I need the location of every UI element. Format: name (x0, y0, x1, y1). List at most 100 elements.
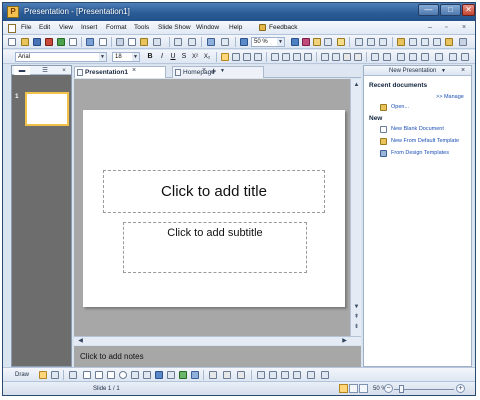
minimize-button[interactable]: — (418, 4, 439, 16)
bullet-styles-icon[interactable] (397, 38, 405, 46)
strikethrough-button[interactable]: S (180, 53, 188, 61)
line-icon[interactable] (83, 371, 91, 379)
tab-close-button[interactable]: × (202, 67, 206, 75)
horizontal-scrollbar[interactable]: ◀ ▶ (74, 336, 361, 345)
group-icon[interactable] (51, 371, 59, 379)
align-center-icon[interactable] (232, 53, 240, 61)
document-restore-button[interactable]: ▫ (445, 24, 447, 32)
scroll-up-icon[interactable]: ▲ (352, 81, 361, 89)
find-icon[interactable] (291, 38, 299, 46)
select-pointer-icon[interactable] (39, 371, 47, 379)
shadow-icon[interactable] (435, 53, 443, 61)
from-design-templates-link[interactable]: From Design Templates (391, 150, 449, 156)
new-tab-button[interactable]: + (211, 67, 216, 76)
export-pdf-icon[interactable] (45, 38, 53, 46)
font-color-icon[interactable] (237, 371, 245, 379)
picture-icon[interactable] (191, 371, 199, 379)
underline-button[interactable]: U (169, 53, 177, 61)
maximize-button[interactable]: □ (440, 4, 461, 16)
font-name-combo[interactable]: Arial ▼ (15, 52, 107, 62)
presentation-app-icon[interactable]: P (7, 6, 19, 18)
document-close-button[interactable]: × (462, 24, 466, 32)
toolbar-options-icon[interactable] (459, 38, 467, 46)
slide-canvas[interactable]: Click to add title Click to add subtitle (83, 110, 345, 307)
slides-view-icon[interactable]: ▬ (14, 66, 30, 75)
slide-show-icon[interactable] (445, 38, 453, 46)
wordart-icon[interactable] (155, 371, 163, 379)
fill-color-icon[interactable] (209, 371, 217, 379)
chevron-down-icon[interactable]: ▼ (99, 53, 106, 61)
title-placeholder[interactable]: Click to add title (103, 170, 325, 213)
menu-help[interactable]: Help (229, 24, 242, 32)
slide-show-view-icon[interactable] (359, 384, 368, 393)
notes-placeholder[interactable]: Click to add notes (80, 352, 144, 362)
format-painter-icon[interactable] (153, 38, 161, 46)
vertical-text-icon[interactable] (143, 371, 151, 379)
undo-icon[interactable] (174, 38, 182, 46)
tab-presentation1[interactable]: Presentation1 (74, 66, 166, 78)
justify-icon[interactable] (254, 53, 262, 61)
normal-view-icon[interactable] (339, 384, 348, 393)
redo-icon[interactable] (188, 38, 196, 46)
grid-icon[interactable] (240, 38, 248, 46)
draw-menu-button[interactable]: Draw (15, 371, 29, 379)
scroll-right-icon[interactable]: ▶ (340, 337, 349, 345)
new-from-default-template-link[interactable]: New From Default Template (391, 138, 459, 144)
3d-style-icon[interactable] (307, 371, 315, 379)
menu-edit[interactable]: Edit (39, 24, 50, 32)
numbering-format-icon[interactable] (409, 53, 417, 61)
superscript-button[interactable]: X² (191, 53, 199, 61)
align-right-icon[interactable] (243, 53, 251, 61)
animation-icon[interactable] (433, 38, 441, 46)
ellipse-icon[interactable] (119, 371, 127, 379)
menu-window[interactable]: Window (196, 24, 219, 32)
slide-sorter-view-icon[interactable] (349, 384, 358, 393)
bullets-icon[interactable] (271, 53, 279, 61)
dash-style-icon[interactable] (269, 371, 277, 379)
insert-chart-icon[interactable] (221, 38, 229, 46)
autoshapes-icon[interactable] (69, 371, 77, 379)
outline-view-icon[interactable]: ☰ (37, 66, 53, 75)
bold-button[interactable]: B (146, 53, 154, 61)
scroll-left-icon[interactable]: ◀ (76, 337, 85, 345)
bullet-icon[interactable] (397, 53, 405, 61)
cut-icon[interactable] (116, 38, 124, 46)
layout-icon[interactable] (324, 38, 332, 46)
subtitle-placeholder[interactable]: Click to add subtitle (123, 222, 307, 273)
menu-insert[interactable]: Insert (81, 24, 97, 32)
vertical-scrollbar[interactable]: ▲ ▼ ⇞ ⇟ (350, 79, 361, 336)
slide-thumbnail[interactable] (25, 92, 69, 126)
highlight-color-icon[interactable] (343, 53, 351, 61)
rectangle-icon[interactable] (107, 371, 115, 379)
task-pane-close-button[interactable]: × (461, 66, 465, 76)
menu-tools[interactable]: Tools (134, 24, 149, 32)
print-preview-icon[interactable] (69, 38, 77, 46)
drawing-options-icon[interactable] (321, 371, 329, 379)
slide-layout-icon[interactable] (355, 38, 363, 46)
chevron-down-icon[interactable]: ▼ (220, 67, 225, 75)
text-box-icon[interactable] (131, 371, 139, 379)
zoom-out-icon[interactable]: − (384, 384, 393, 393)
paste-icon[interactable] (140, 38, 148, 46)
chevron-down-icon[interactable]: ▼ (132, 53, 139, 61)
insert-table-icon[interactable] (207, 38, 215, 46)
notes-pane[interactable]: Click to add notes (74, 346, 361, 367)
menu-format[interactable]: Format (106, 24, 127, 32)
font-shrink-icon[interactable] (461, 53, 469, 61)
zoom-combo[interactable]: 50 % ▼ (251, 37, 285, 47)
scroll-down-icon[interactable]: ▼ (352, 303, 361, 311)
open-link[interactable]: Open... (391, 104, 409, 110)
task-pane-title[interactable]: New Presentation (389, 66, 436, 76)
tab-homepage[interactable]: Homepage (172, 66, 264, 78)
slide-design-icon[interactable] (367, 38, 375, 46)
title-bar[interactable]: P Presentation - [Presentation1] — □ ✕ (3, 3, 475, 21)
spellcheck-icon[interactable] (99, 38, 107, 46)
arrow-icon[interactable] (95, 371, 103, 379)
font-size-combo[interactable]: 18 ▼ (112, 52, 140, 62)
document-icon[interactable] (8, 24, 16, 33)
next-slide-icon[interactable]: ⇟ (352, 323, 361, 331)
font-grow-icon[interactable] (449, 53, 457, 61)
home-icon[interactable] (313, 38, 321, 46)
character-icon[interactable] (383, 53, 391, 61)
increase-indent-icon[interactable] (304, 53, 312, 61)
